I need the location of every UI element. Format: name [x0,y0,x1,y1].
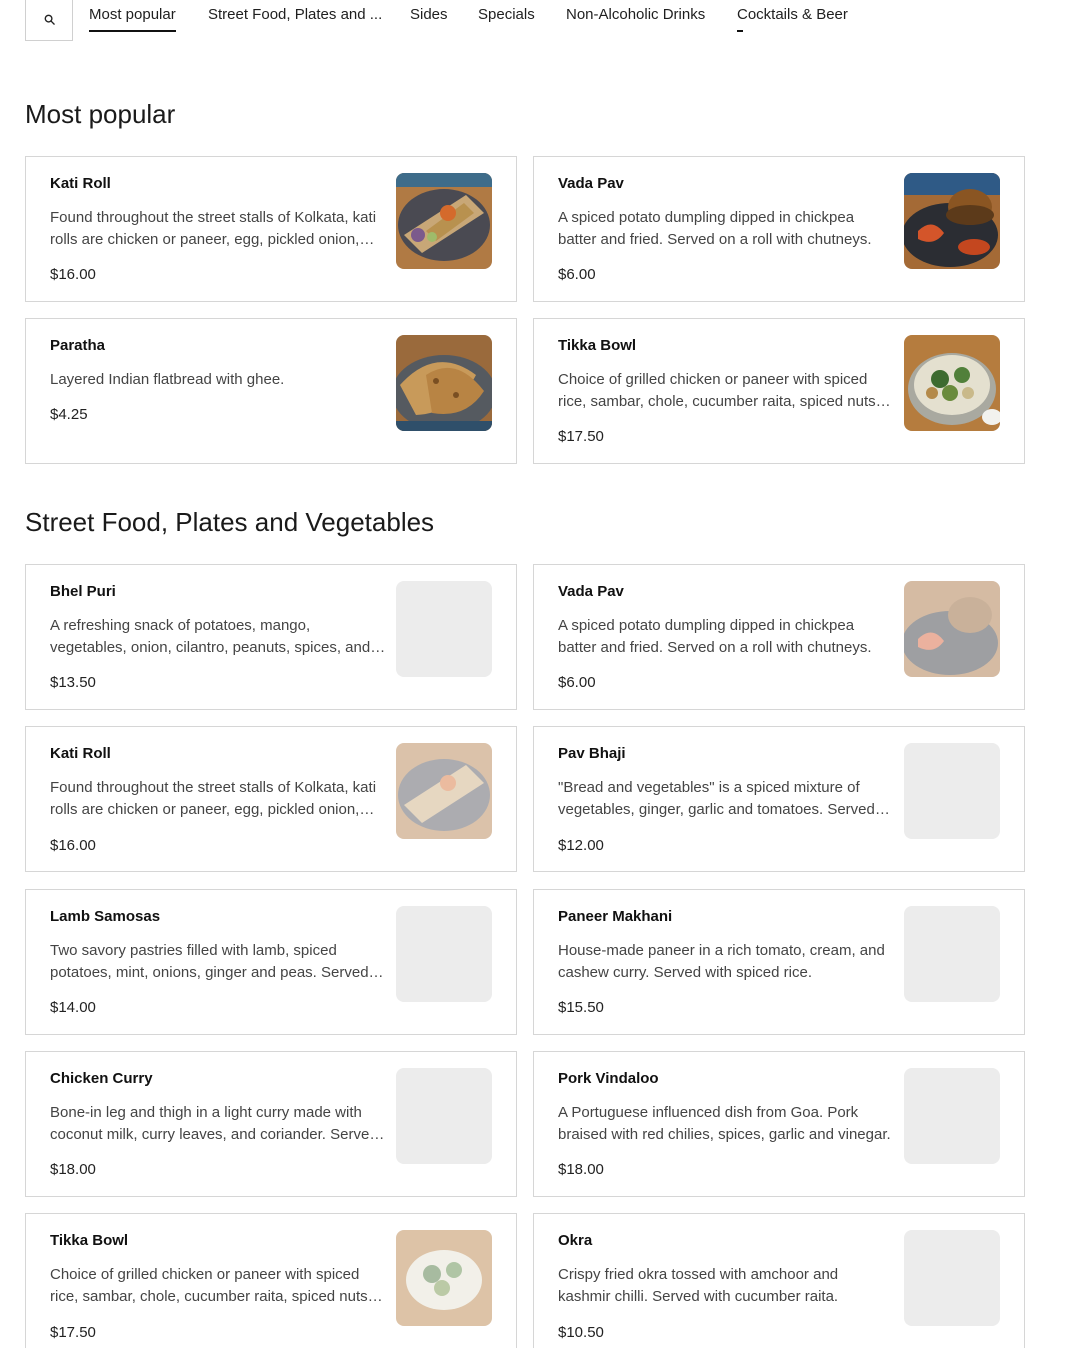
item-description: A spiced potato dumpling dipped in chick… [558,209,872,248]
menu-item-card[interactable]: Paneer Makhani House-made paneer in a ri… [533,889,1025,1035]
item-price: $10.50 [558,1324,604,1341]
item-price: $18.00 [558,1161,604,1178]
item-name: Bhel Puri [50,583,116,600]
menu-item-card[interactable]: Paratha Layered Indian flatbread with gh… [25,318,517,464]
item-description: Choice of grilled chicken or paneer with… [558,371,876,410]
item-name: Pav Bhaji [558,745,626,762]
section-title-street-food: Street Food, Plates and Vegetables [25,507,435,537]
item-description: House-made paneer in a rich tomato, crea… [558,942,885,981]
item-name: Pork Vindaloo [558,1070,659,1087]
item-price: $17.50 [558,428,604,445]
menu-item-card[interactable]: Kati Roll Found throughout the street st… [25,156,517,302]
item-price: $14.00 [50,999,96,1016]
image-placeholder [904,1068,1000,1164]
menu-item-card[interactable]: Tikka Bowl Choice of grilled chicken or … [533,318,1025,464]
item-price: $16.00 [50,266,96,283]
tab-non-alcoholic-drinks[interactable]: Non-Alcoholic Drinks [566,6,705,32]
tikka-bowl-photo [904,335,1000,431]
item-price: $18.00 [50,1161,96,1178]
item-name: Lamb Samosas [50,908,161,925]
item-description: A spiced potato dumpling dipped in chick… [558,617,872,656]
item-description: A Portuguese influenced dish from Goa. P… [558,1104,891,1143]
tab-street-food[interactable]: Street Food, Plates and ... [208,6,382,32]
item-price: $15.50 [558,999,604,1016]
item-price: $6.00 [558,674,596,691]
paratha-photo [396,335,492,431]
item-description: A refreshing snack of potatoes, mango, v… [50,617,371,656]
section-title-most-popular: Most popular [25,99,176,129]
item-price: $16.00 [50,837,96,854]
menu-item-card[interactable]: Vada Pav A spiced potato dumpling dipped… [533,156,1025,302]
item-description: Found throughout the street stalls of Ko… [50,779,377,818]
item-name: Paratha [50,337,106,354]
menu-item-card[interactable]: Chicken Curry Bone-in leg and thigh in a… [25,1051,517,1197]
item-price: $12.00 [558,837,604,854]
item-price: $6.00 [558,266,596,283]
search-icon [44,14,55,25]
menu-item-card[interactable]: Tikka Bowl Choice of grilled chicken or … [25,1213,517,1348]
tab-cocktails-beer[interactable]: Cocktails & Beer [737,6,848,32]
menu-item-card[interactable]: Vada Pav A spiced potato dumpling dipped… [533,564,1025,710]
item-price: $4.25 [50,406,88,423]
menu-item-card[interactable]: Okra Crispy fried okra tossed with amcho… [533,1213,1025,1348]
item-name: Chicken Curry [50,1070,153,1087]
item-name: Paneer Makhani [558,908,673,925]
kati-roll-photo [396,173,492,269]
tab-most-popular[interactable]: Most popular [89,6,176,32]
item-name: Vada Pav [558,583,624,600]
tab-sides[interactable]: Sides [410,6,448,32]
image-placeholder [904,1230,1000,1326]
item-name: Tikka Bowl [50,1232,129,1249]
image-placeholder [904,743,1000,839]
item-description: Bone-in leg and thigh in a light curry m… [50,1104,378,1143]
image-placeholder [396,1068,492,1164]
menu-item-card[interactable]: Pav Bhaji "Bread and vegetables" is a sp… [533,726,1025,872]
item-description: Two savory pastries filled with lamb, sp… [50,942,369,981]
item-name: Okra [558,1232,593,1249]
item-price: $13.50 [50,674,96,691]
tikka-bowl-photo [396,1230,492,1326]
image-placeholder [904,906,1000,1002]
kati-roll-photo [396,743,492,839]
item-name: Kati Roll [50,745,111,762]
menu-item-card[interactable]: Kati Roll Found throughout the street st… [25,726,517,872]
menu-item-card[interactable]: Bhel Puri A refreshing snack of potatoes… [25,564,517,710]
item-description: "Bread and vegetables" is a spiced mixtu… [558,779,875,818]
search-button[interactable] [25,0,73,41]
menu-item-card[interactable]: Lamb Samosas Two savory pastries filled … [25,889,517,1035]
item-name: Vada Pav [558,175,624,192]
tab-specials[interactable]: Specials [478,6,535,32]
item-description: Crispy fried okra tossed with amchoor an… [558,1266,839,1305]
vada-pav-photo [904,581,1000,677]
item-name: Kati Roll [50,175,111,192]
image-placeholder [396,581,492,677]
item-price: $17.50 [50,1324,96,1341]
item-name: Tikka Bowl [558,337,637,354]
vada-pav-photo [904,173,1000,269]
image-placeholder [396,906,492,1002]
item-description: Layered Indian flatbread with ghee. [50,371,285,388]
item-description: Found throughout the street stalls of Ko… [50,209,377,248]
item-description: Choice of grilled chicken or paneer with… [50,1266,368,1305]
menu-item-card[interactable]: Pork Vindaloo A Portuguese influenced di… [533,1051,1025,1197]
category-nav: Most popular Street Food, Plates and ...… [0,0,1070,42]
